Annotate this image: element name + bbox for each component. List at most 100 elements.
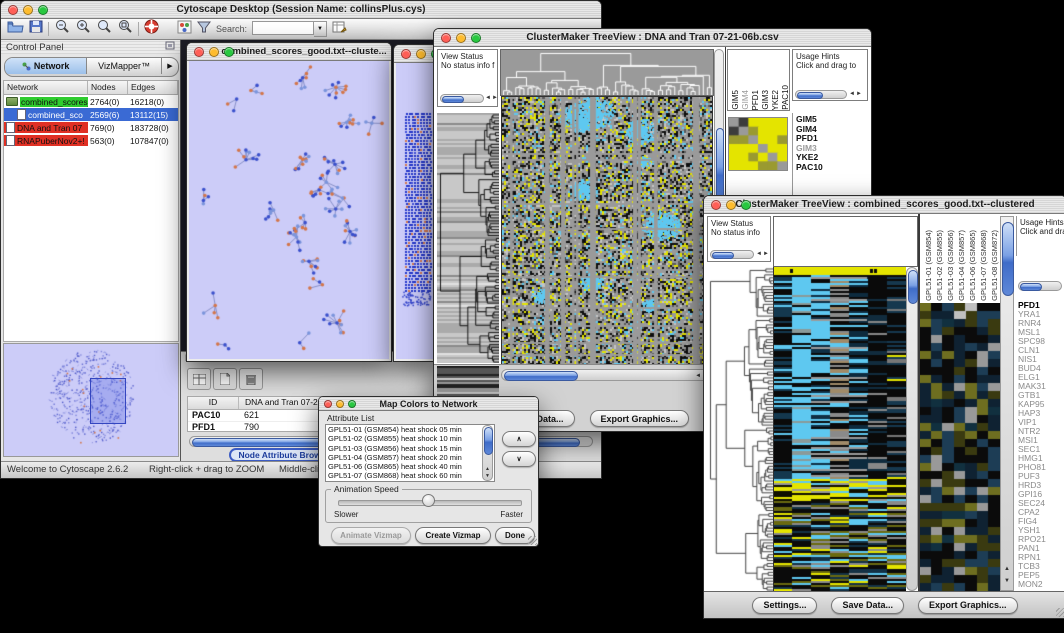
move-down-button[interactable]: ∨ (502, 451, 536, 467)
gene-list-scrollbar[interactable]: ▲ ▼ (1000, 216, 1014, 591)
scroll-arrows-icon[interactable]: ◄► (849, 91, 863, 97)
heatmap2-vscroll-thumb[interactable] (908, 270, 918, 304)
zoom-window-icon[interactable] (348, 400, 356, 408)
column-label[interactable]: GPL51-02 (GSM855) (935, 230, 944, 301)
column-label[interactable]: GIM5 (731, 90, 740, 110)
column-label[interactable]: GIM3 (761, 90, 770, 110)
zoom-window-icon[interactable] (38, 5, 48, 15)
column-label[interactable]: PAC10 (781, 85, 790, 110)
scroll-up-icon[interactable]: ▲ (485, 466, 490, 472)
col-edges[interactable]: Edges (128, 81, 178, 94)
col-nodes[interactable]: Nodes (88, 81, 128, 94)
filter-funnel-icon[interactable] (197, 20, 211, 39)
annotation-icon[interactable] (332, 20, 347, 39)
zoom-window-icon[interactable] (224, 47, 234, 57)
treeview1-titlebar[interactable]: ClusterMaker TreeView : DNA and Tran 07-… (434, 29, 871, 47)
close-icon[interactable] (324, 400, 332, 408)
minimize-icon[interactable] (456, 33, 466, 43)
attribute-list-scrollbar[interactable]: ▲ ▼ (482, 425, 493, 481)
attribute-item[interactable]: GPL51-02 (GSM855) heat shock 10 min (326, 434, 494, 443)
treeview2-titlebar[interactable]: ClusterMaker TreeView : combined_scores_… (704, 196, 1064, 214)
search-dropdown-icon[interactable]: ▼ (314, 21, 327, 37)
scroll-arrows-icon[interactable]: ◄► (756, 251, 770, 257)
heatmap-canvas[interactable] (501, 96, 713, 365)
treeview1-action-button[interactable]: Export Graphics... (590, 410, 690, 427)
column-label[interactable]: GIM4 (741, 90, 750, 110)
zoom-heatmap-2[interactable] (920, 303, 1000, 591)
heatmap2-vscrollbar[interactable] (906, 267, 918, 591)
network-view-2-titlebar[interactable] (394, 45, 435, 63)
attribute-item[interactable]: GPL51-04 (GSM857) heat shock 20 min (326, 453, 494, 462)
heatmap-canvas-2[interactable] (773, 267, 906, 591)
column-dendrogram[interactable] (500, 49, 714, 96)
gene-list-scroll-thumb[interactable] (1002, 222, 1014, 296)
zoom-out-icon[interactable] (54, 19, 70, 39)
minimize-icon[interactable] (416, 49, 426, 59)
gene-label[interactable]: MON2 (1018, 580, 1064, 589)
network-table-row[interactable]: DNA and Tran 07 769(0) 183728(0) (4, 121, 178, 134)
heatmap-hscrollbar[interactable]: ◄► (501, 369, 713, 381)
row-label[interactable]: PAC10 (796, 163, 868, 173)
view-status-scrollbar[interactable] (710, 250, 754, 259)
network-overview-panel[interactable] (3, 343, 179, 457)
table-mode-button[interactable] (187, 368, 211, 390)
network-table-row[interactable]: combined_sco 2569(6) 13112(15) (4, 108, 178, 121)
column-label[interactable]: PFD1 (751, 90, 760, 110)
search-input[interactable] (252, 21, 314, 35)
row-dendrogram-2[interactable] (707, 267, 773, 591)
close-icon[interactable] (711, 200, 721, 210)
minimize-icon[interactable] (336, 400, 344, 408)
minimize-icon[interactable] (726, 200, 736, 210)
help-ring-icon[interactable] (144, 19, 159, 39)
attribute-item[interactable]: GPL51-01 (GSM854) heat shock 05 min (326, 425, 494, 434)
create-vizmap-button[interactable]: Create Vizmap (415, 527, 491, 544)
col-id[interactable]: ID (188, 397, 239, 409)
network-table-row[interactable]: RNAPuberNov2+! 563(0) 107847(0) (4, 134, 178, 147)
network-canvas[interactable] (189, 61, 389, 359)
network-canvas-2[interactable] (396, 63, 434, 359)
zoom-window-icon[interactable] (741, 200, 751, 210)
attribute-item[interactable]: GPL51-07 (GSM868) heat shock 60 min (326, 471, 494, 480)
overview-viewport-rect[interactable] (90, 378, 126, 424)
zoom-window-icon[interactable] (471, 33, 481, 43)
column-label[interactable]: GPL51-01 (GSM854) (924, 230, 933, 301)
treeview2-action-button[interactable]: Settings... (752, 597, 817, 614)
column-label[interactable]: GPL51-03 (GSM856) (946, 230, 955, 301)
resize-grip-icon[interactable] (1056, 608, 1064, 617)
tab-network[interactable]: Network (5, 58, 87, 74)
network-table-row[interactable]: combined_scores_ 2764(0) 16218(0) (4, 95, 178, 108)
save-icon[interactable] (29, 20, 43, 38)
attribute-scroll-thumb[interactable] (484, 427, 493, 455)
treeview2-action-button[interactable]: Save Data... (831, 597, 904, 614)
delete-attribute-button[interactable] (239, 368, 263, 390)
zoom-in-icon[interactable] (75, 19, 91, 39)
speed-slider-thumb[interactable] (422, 494, 435, 507)
col-network[interactable]: Network (4, 81, 88, 94)
animate-vizmap-button[interactable]: Animate Vizmap (331, 527, 411, 544)
column-label[interactable]: YKE2 (771, 90, 780, 110)
close-icon[interactable] (194, 47, 204, 57)
vizmapper-icon[interactable] (177, 20, 192, 39)
dialog-titlebar[interactable]: Map Colors to Network (319, 397, 538, 411)
column-label[interactable]: GPL51-07 (GSM868) (979, 230, 988, 301)
new-attribute-button[interactable] (213, 368, 237, 390)
scroll-down-icon[interactable]: ▼ (485, 473, 490, 479)
row-dendrogram[interactable] (437, 113, 499, 363)
open-folder-icon[interactable] (7, 20, 24, 38)
column-label[interactable]: GPL51-08 (GSM872) (990, 230, 999, 301)
tab-more[interactable]: ▶ (162, 58, 178, 74)
close-icon[interactable] (8, 5, 18, 15)
float-panel-icon[interactable] (165, 41, 175, 53)
usage-hints-scrollbar-2[interactable] (1018, 281, 1062, 291)
view-status-scrollbar[interactable] (440, 94, 484, 103)
minimize-icon[interactable] (209, 47, 219, 57)
treeview2-action-button[interactable]: Export Graphics... (918, 597, 1018, 614)
scroll-down-icon[interactable]: ▼ (1004, 578, 1010, 584)
attribute-item[interactable]: GPL51-03 (GSM856) heat shock 15 min (326, 444, 494, 453)
minimize-icon[interactable] (23, 5, 33, 15)
attribute-item[interactable]: GPL51-06 (GSM865) heat shock 40 min (326, 462, 494, 471)
zoom-heatmap-matrix[interactable] (728, 117, 788, 171)
zoom-selected-icon[interactable] (117, 19, 133, 39)
close-icon[interactable] (441, 33, 451, 43)
scroll-up-icon[interactable]: ▲ (1004, 566, 1010, 572)
